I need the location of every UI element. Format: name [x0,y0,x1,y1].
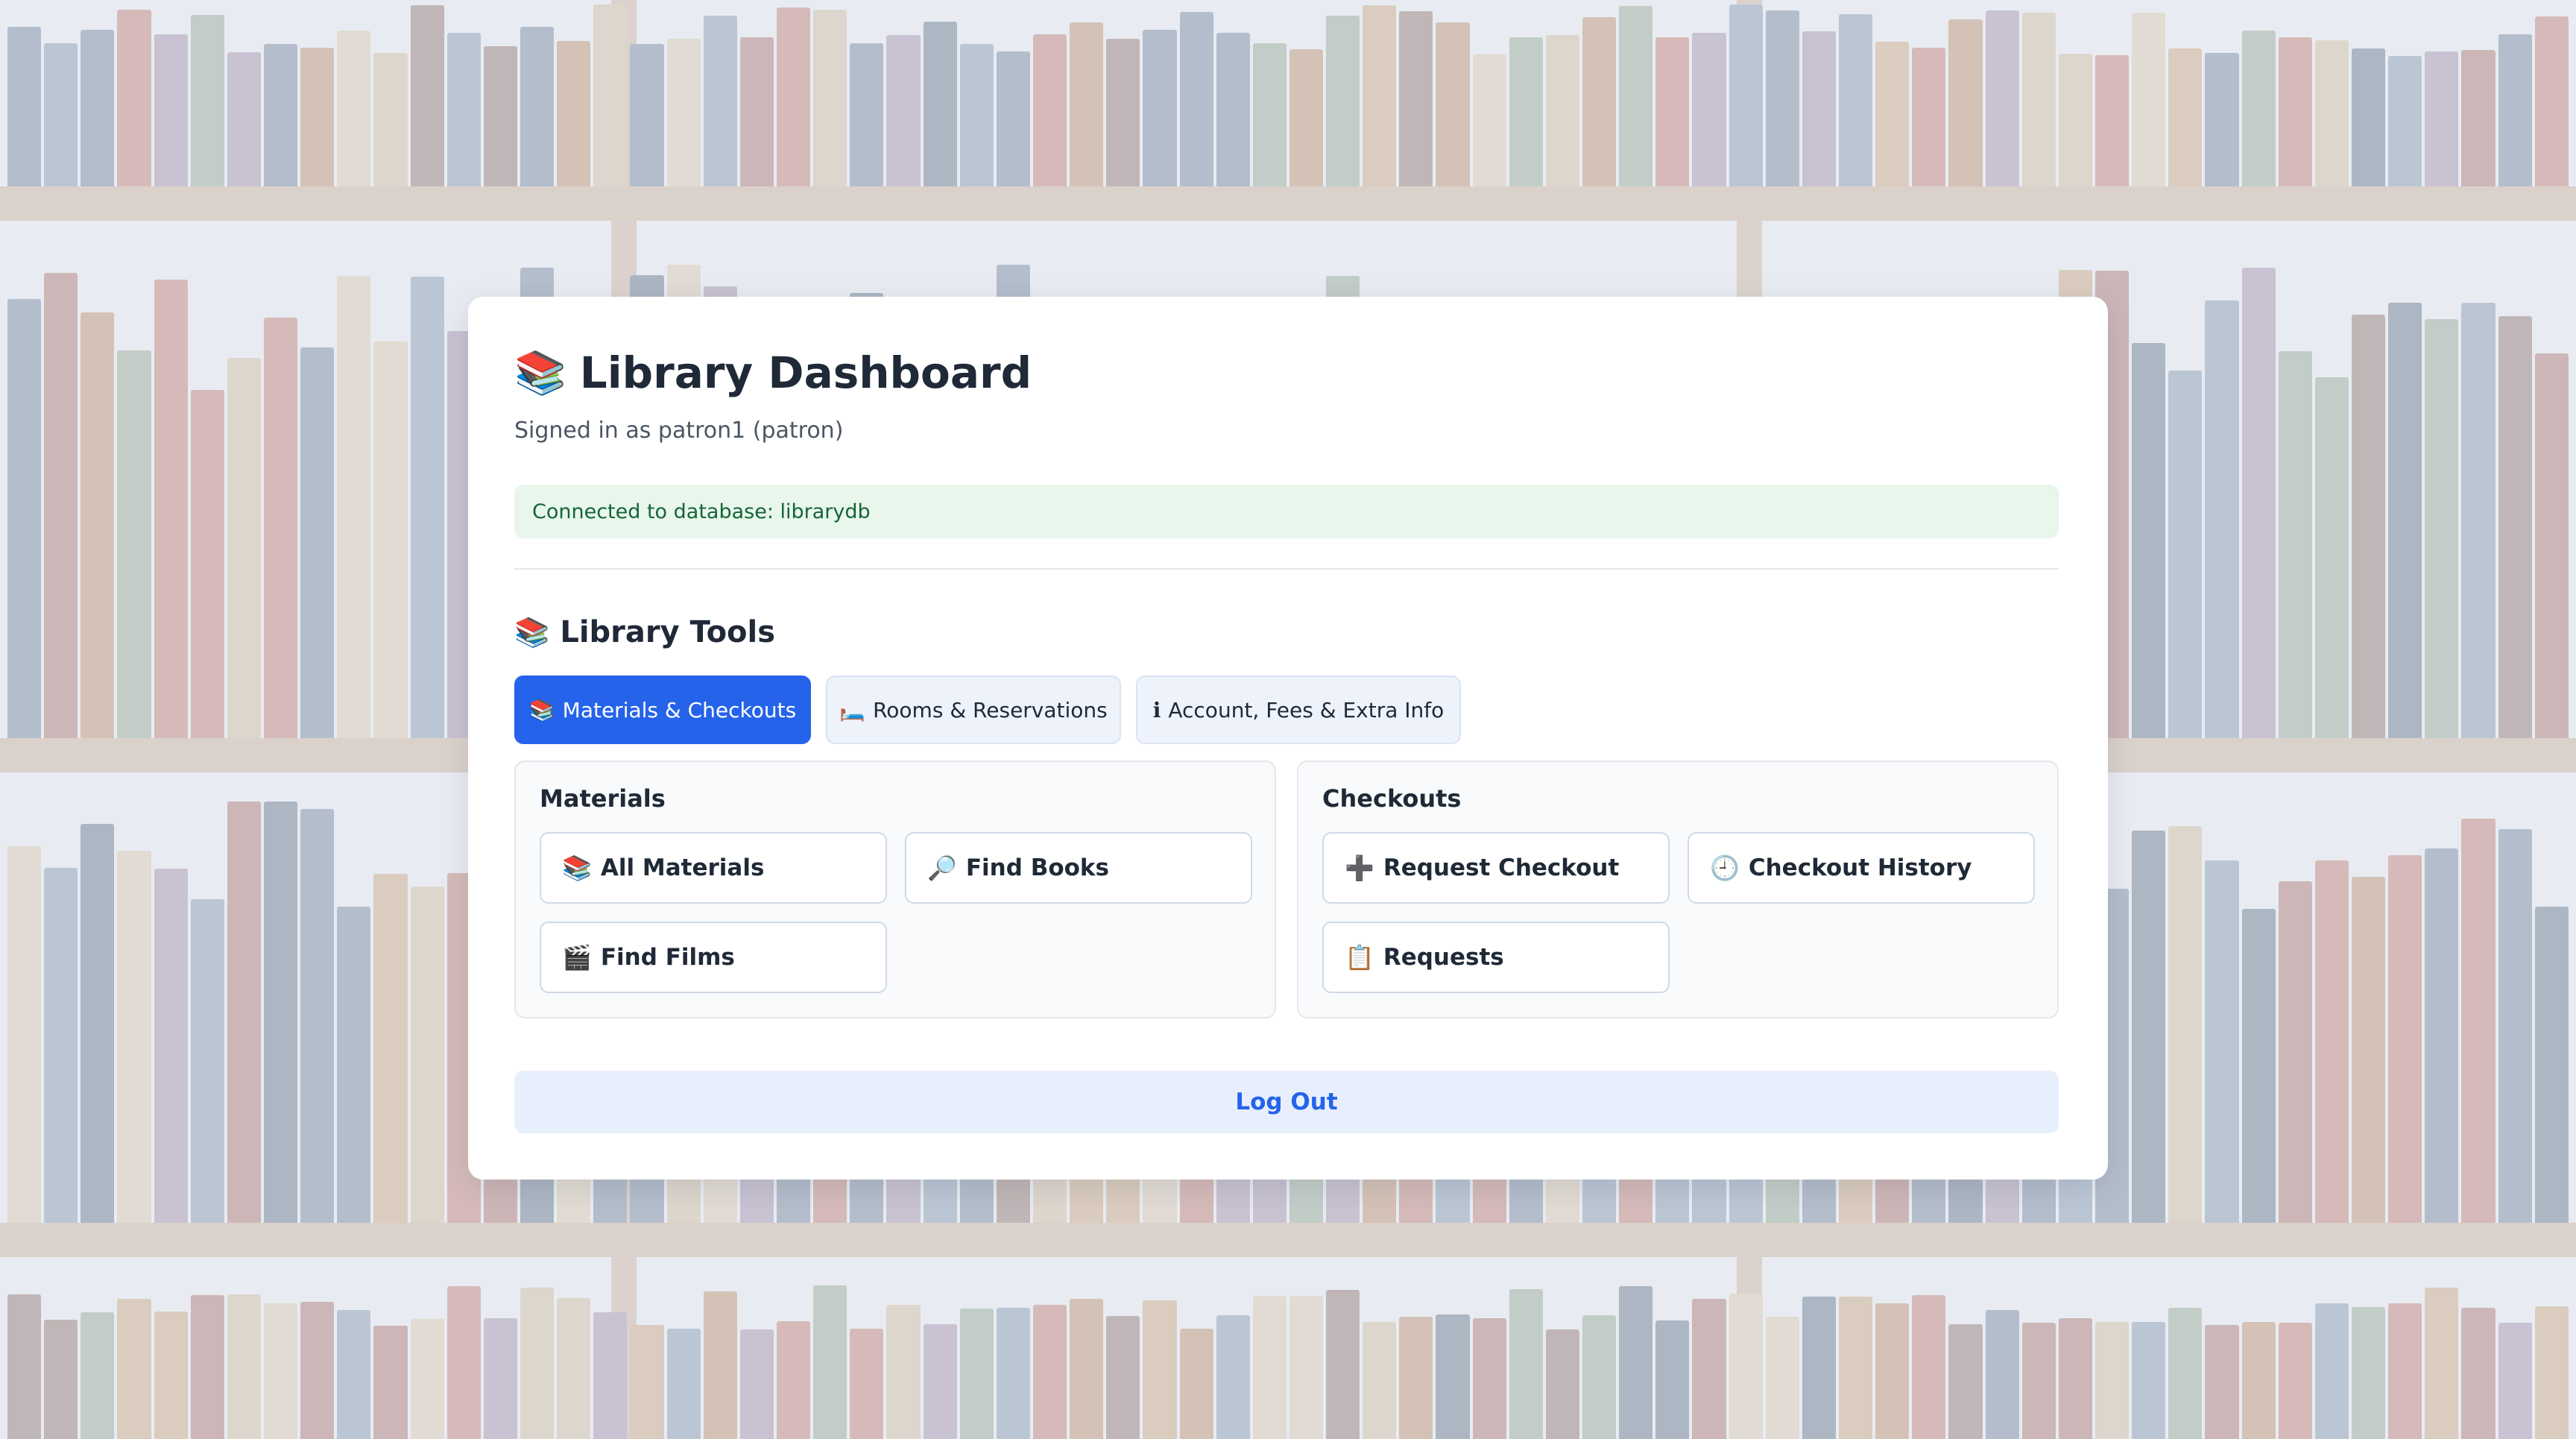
divider [514,568,2059,570]
button-label: Find Books [965,854,1109,881]
database-status-banner: Connected to database: librarydb [514,485,2059,538]
tab-account-fees-info[interactable]: ℹ Account, Fees & Extra Info [1136,676,1461,744]
materials-title: Materials [540,784,666,813]
library-tools-heading: 📚 Library Tools [514,610,775,655]
tab-label: Rooms & Reservations [873,697,1108,722]
info-icon: ℹ [1152,697,1161,722]
plus-icon: ➕ [1345,854,1374,882]
all-materials-button[interactable]: 📚 All Materials [540,832,887,904]
tab-rooms-reservations[interactable]: 🛏️ Rooms & Reservations [826,676,1121,744]
books-icon: 📚 [562,854,592,882]
checkouts-panel: Checkouts ➕ Request Checkout 🕘 Checkout … [1297,761,2059,1018]
clipboard-icon: 📋 [1345,943,1374,972]
logout-button[interactable]: Log Out [514,1071,2059,1133]
bed-icon: 🛏️ [839,697,866,722]
dashboard-card: 📚 Library Dashboard Signed in as patron1… [468,297,2108,1180]
books-icon: 📚 [528,697,555,722]
page-title-text: Library Dashboard [579,347,1032,398]
button-label: Checkout History [1748,854,1972,881]
find-films-button[interactable]: 🎬 Find Films [540,922,887,993]
request-checkout-button[interactable]: ➕ Request Checkout [1322,832,1670,904]
button-label: Find Films [600,944,735,971]
clapperboard-icon: 🎬 [562,943,592,972]
library-tools-title: Library Tools [560,615,776,649]
signed-in-text: Signed in as patron1 (patron) [514,418,844,444]
find-books-button[interactable]: 🔎 Find Books [905,832,1252,904]
page-title: 📚 Library Dashboard [514,343,1032,403]
requests-button[interactable]: 📋 Requests [1322,922,1670,993]
books-icon: 📚 [514,615,550,649]
magnifier-icon: 🔎 [927,854,957,882]
button-label: Request Checkout [1383,854,1620,881]
checkouts-title: Checkouts [1322,784,1462,813]
tab-label: Materials & Checkouts [562,697,797,722]
clock-icon: 🕘 [1710,854,1740,882]
database-status-text: Connected to database: librarydb [532,500,871,523]
button-label: All Materials [600,854,765,881]
tab-label: Account, Fees & Extra Info [1168,697,1445,722]
button-label: Requests [1383,944,1504,971]
tab-materials-checkouts[interactable]: 📚 Materials & Checkouts [514,676,811,744]
checkout-history-button[interactable]: 🕘 Checkout History [1688,832,2035,904]
books-icon: 📚 [514,349,566,397]
materials-panel: Materials 📚 All Materials 🔎 Find Books 🎬… [514,761,1276,1018]
